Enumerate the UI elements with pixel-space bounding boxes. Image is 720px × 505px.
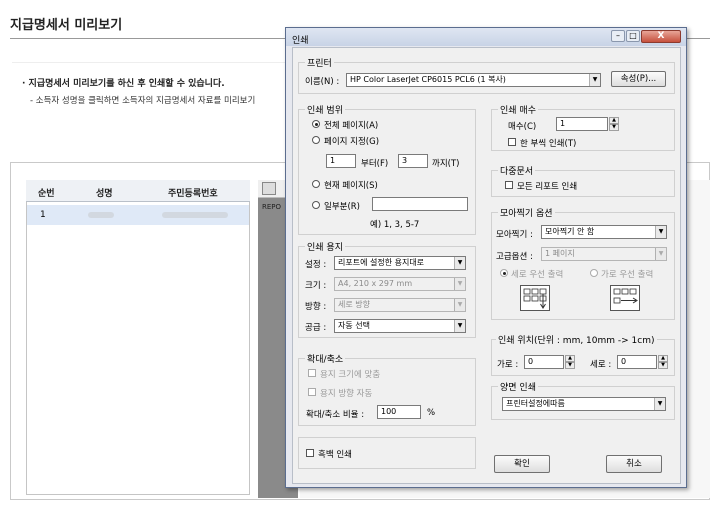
- printer-name-label: 이름(N) :: [305, 77, 340, 87]
- paper-orient-select[interactable]: 세로 방향: [334, 298, 466, 312]
- print-range-group-title: 인쇄 범위: [305, 103, 345, 116]
- close-button[interactable]: X: [641, 30, 681, 43]
- ok-button[interactable]: 확인: [494, 455, 550, 473]
- paper-size-select[interactable]: A4, 210 x 297 mm: [334, 277, 466, 291]
- horizontal-order-icon: [610, 285, 640, 311]
- h-offset-input[interactable]: 0: [524, 355, 564, 369]
- percent-label: %: [427, 408, 436, 418]
- paper-source-select[interactable]: 자동 선택: [334, 319, 466, 333]
- scale-ratio-input[interactable]: 100: [377, 405, 421, 419]
- report-label: REPO: [262, 203, 282, 211]
- v-offset-input[interactable]: 0: [617, 355, 657, 369]
- paper-setting-select[interactable]: 리포트에 설정한 용지대로: [334, 256, 466, 270]
- minimize-button[interactable]: –: [611, 30, 625, 42]
- grayscale-checkbox[interactable]: [306, 449, 314, 457]
- chevron-down-icon[interactable]: ▼: [454, 320, 465, 332]
- copies-group-title: 인쇄 매수: [498, 103, 538, 116]
- copies-count-input[interactable]: 1: [556, 117, 608, 131]
- to-page-input[interactable]: 3: [398, 154, 428, 168]
- column-header-num: 순번: [38, 189, 55, 199]
- chevron-down-icon[interactable]: ▼: [655, 248, 666, 260]
- scale-ratio-label: 확대/축소 비율 :: [306, 410, 365, 420]
- nup-label: 모아찍기 :: [496, 230, 533, 240]
- range-all-label: 전체 페이지(A): [324, 121, 379, 131]
- maximize-button[interactable]: □: [626, 30, 640, 42]
- collate-label: 한 부씩 인쇄(T): [520, 139, 577, 149]
- info-line-2: - 소득자 성명을 클릭하면 소득자의 지급명세서 자료를 미리보기: [30, 96, 256, 106]
- auto-orient-checkbox[interactable]: [308, 388, 316, 396]
- from-page-label: 부터(F): [361, 159, 389, 169]
- cancel-button[interactable]: 취소: [606, 455, 662, 473]
- paper-setting-label: 설정 :: [305, 260, 327, 270]
- redacted-id: [162, 212, 228, 218]
- chevron-down-icon[interactable]: ▼: [454, 257, 465, 269]
- range-all-radio[interactable]: [312, 120, 320, 128]
- paper-group-title: 인쇄 용지: [305, 240, 345, 253]
- range-example: 예) 1, 3, 5-7: [370, 220, 420, 230]
- range-pages-label: 페이지 지정(G): [324, 137, 380, 147]
- info-line-1: · 지급명세서 미리보기를 하신 후 인쇄할 수 있습니다.: [22, 79, 225, 89]
- v-offset-label: 세로 :: [590, 360, 612, 370]
- column-header-name: 성명: [96, 189, 113, 199]
- column-header-id: 주민등록번호: [168, 189, 218, 199]
- advanced-select[interactable]: 1 페이지: [541, 247, 667, 261]
- chevron-down-icon[interactable]: ▼: [589, 74, 600, 86]
- vertical-order-icon: [520, 285, 550, 311]
- paper-source-label: 공급 :: [305, 323, 327, 333]
- paper-size-label: 크기 :: [305, 281, 327, 291]
- redacted-name[interactable]: [88, 212, 114, 218]
- position-group-title: 인쇄 위치(단위 : mm, 10mm -> 1cm): [496, 333, 657, 346]
- range-current-label: 현재 페이지(S): [324, 181, 378, 191]
- collate-checkbox[interactable]: [508, 138, 516, 146]
- spin-down-icon[interactable]: ▼: [658, 362, 668, 369]
- part-pages-input[interactable]: [372, 197, 468, 211]
- horizontal-first-radio[interactable]: [590, 269, 598, 277]
- printer-group-title: 프린터: [305, 56, 334, 69]
- printer-icon[interactable]: [262, 182, 276, 195]
- vertical-first-radio[interactable]: [500, 269, 508, 277]
- range-part-radio[interactable]: [312, 201, 320, 209]
- printer-properties-button[interactable]: 속성(P)...: [611, 71, 666, 87]
- spin-down-icon[interactable]: ▼: [609, 124, 619, 131]
- range-pages-radio[interactable]: [312, 136, 320, 144]
- all-reports-label: 모든 리포트 인쇄: [517, 182, 578, 192]
- spin-up-icon[interactable]: ▲: [565, 355, 575, 362]
- spin-up-icon[interactable]: ▲: [658, 355, 668, 362]
- nup-select[interactable]: 모아찍기 안 함: [541, 225, 667, 239]
- fit-paper-checkbox[interactable]: [308, 369, 316, 377]
- info-box: [12, 62, 312, 118]
- printer-select[interactable]: HP Color LaserJet CP6015 PCL6 (1 복사): [346, 73, 601, 87]
- spin-up-icon[interactable]: ▲: [609, 117, 619, 124]
- to-page-label: 까지(T): [432, 159, 460, 169]
- page-title: 지급명세서 미리보기: [10, 18, 123, 33]
- range-current-radio[interactable]: [312, 180, 320, 188]
- nup-group-title: 모아찍기 옵션: [498, 206, 555, 219]
- row-number: 1: [40, 210, 46, 220]
- horizontal-first-label: 가로 우선 출력: [601, 270, 654, 280]
- from-page-input[interactable]: 1: [326, 154, 356, 168]
- fit-paper-label: 용지 크기에 맞춤: [320, 370, 381, 380]
- all-reports-checkbox[interactable]: [505, 181, 513, 189]
- dialog-title: 인쇄: [292, 36, 309, 46]
- chevron-down-icon[interactable]: ▼: [454, 299, 465, 311]
- paper-orient-label: 방향 :: [305, 302, 327, 312]
- spin-down-icon[interactable]: ▼: [565, 362, 575, 369]
- scale-group-title: 확대/축소: [305, 352, 346, 365]
- duplex-group-title: 양면 인쇄: [498, 380, 538, 393]
- h-offset-label: 가로 :: [497, 360, 519, 370]
- duplex-select[interactable]: 프린터설정에따름: [502, 397, 666, 411]
- range-part-label: 일부분(R): [324, 202, 360, 212]
- chevron-down-icon[interactable]: ▼: [655, 226, 666, 238]
- advanced-label: 고급옵션 :: [496, 252, 533, 262]
- multidoc-group-title: 다중문서: [498, 164, 536, 177]
- chevron-down-icon[interactable]: ▼: [454, 278, 465, 290]
- copies-count-label: 매수(C): [508, 122, 537, 132]
- payee-table: [26, 180, 250, 495]
- chevron-down-icon[interactable]: ▼: [654, 398, 665, 410]
- auto-orient-label: 용지 방향 자동: [320, 389, 373, 399]
- grayscale-label: 흑백 인쇄: [318, 450, 352, 460]
- vertical-first-label: 세로 우선 출력: [511, 270, 564, 280]
